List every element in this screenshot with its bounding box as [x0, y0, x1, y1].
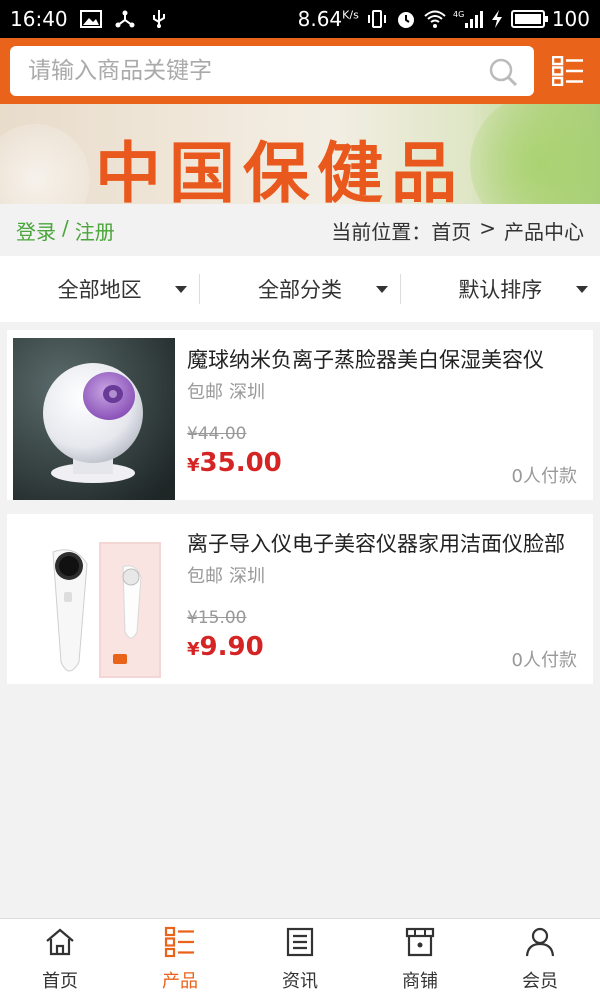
filter-region-label: 全部地区 — [57, 278, 142, 302]
product-shipping: 包邮 — [187, 566, 223, 587]
share-icon — [114, 9, 136, 29]
network-speed: 8.64K/s — [297, 7, 359, 31]
product-original-price: ¥44.00 — [187, 424, 247, 444]
bottom-nav: 首页 产品 资讯 商铺 会员 — [0, 918, 600, 1000]
filter-category[interactable]: 全部分类 — [199, 274, 399, 304]
nav-member[interactable]: 会员 — [480, 919, 600, 1000]
vibrate-icon — [366, 9, 388, 29]
filter-sort[interactable]: 默认排序 — [399, 274, 600, 304]
product-city: 深圳 — [229, 382, 265, 403]
filter-bar: 全部地区 全部分类 默认排序 — [0, 256, 600, 322]
breadcrumb-arrow: > — [479, 215, 496, 240]
login-link[interactable]: 登录 — [16, 216, 56, 245]
filter-category-label: 全部分类 — [257, 278, 342, 302]
auth-links: 登录 / 注册 — [16, 216, 115, 245]
member-icon — [524, 926, 556, 963]
category-menu-icon[interactable] — [551, 55, 584, 87]
search-icon[interactable] — [488, 57, 518, 87]
banner-decoration — [0, 124, 90, 204]
product-list-icon — [164, 926, 196, 963]
product-shipping: 包邮 — [187, 382, 223, 403]
product-price: ¥9.90 — [187, 632, 264, 662]
nav-news-label: 资讯 — [282, 971, 318, 992]
register-link[interactable]: 注册 — [75, 216, 115, 245]
battery-level: 100 — [551, 7, 590, 31]
banner: 中国保健品 — [0, 104, 600, 204]
auth-separator: / — [62, 215, 69, 240]
nav-shops[interactable]: 商铺 — [360, 919, 480, 1000]
product-image-facial-steamer[interactable] — [13, 338, 175, 500]
caret-down-icon — [375, 286, 388, 293]
shop-icon — [404, 926, 436, 963]
product-original-price: ¥15.00 — [187, 608, 247, 628]
status-bar: 16:40 8.64K/s 4G 100 — [0, 0, 600, 38]
usb-icon — [148, 9, 170, 29]
nav-products-label: 产品 — [162, 971, 198, 992]
breadcrumb-current: 产品中心 — [504, 219, 584, 244]
filter-region[interactable]: 全部地区 — [0, 274, 199, 304]
product-card[interactable]: 魔球纳米负离子蒸脸器美白保湿美容仪 包邮 深圳 ¥44.00 ¥35.00 0人… — [7, 330, 593, 500]
product-meta: 包邮 深圳 — [187, 378, 265, 404]
status-time: 16:40 — [10, 7, 68, 31]
product-price: ¥35.00 — [187, 448, 282, 478]
product-meta: 包邮 深圳 — [187, 562, 265, 588]
product-name[interactable]: 魔球纳米负离子蒸脸器美白保湿美容仪 — [187, 344, 577, 374]
nav-home[interactable]: 首页 — [0, 919, 120, 1000]
banner-title: 中国保健品 — [95, 135, 465, 204]
caret-down-icon — [575, 286, 588, 293]
nav-news[interactable]: 资讯 — [240, 919, 360, 1000]
signal-icon: 4G — [453, 9, 483, 29]
breadcrumb: 当前位置：首页 > 产品中心 — [331, 216, 584, 245]
nav-home-label: 首页 — [42, 971, 78, 992]
news-icon — [284, 926, 316, 963]
banner-leaf-decoration — [470, 104, 600, 204]
charging-icon — [490, 9, 504, 29]
search-box[interactable] — [10, 46, 534, 96]
svg-text:4G: 4G — [453, 10, 464, 19]
product-name[interactable]: 离子导入仪电子美容仪器家用洁面仪脸部 — [187, 528, 577, 558]
nav-products[interactable]: 产品 — [120, 919, 240, 1000]
breadcrumb-home[interactable]: 首页 — [431, 220, 471, 244]
product-image-ion-beauty-device[interactable] — [13, 522, 175, 684]
image-icon — [79, 9, 102, 29]
location-label: 当前位置：首页 — [331, 219, 472, 244]
product-paid-count: 0人付款 — [511, 466, 577, 487]
caret-down-icon — [175, 286, 188, 293]
top-header — [0, 38, 600, 104]
alarm-icon — [395, 9, 417, 29]
breadcrumb-bar: 登录 / 注册 当前位置：首页 > 产品中心 — [0, 204, 600, 256]
search-input[interactable] — [28, 58, 468, 84]
product-paid-count: 0人付款 — [511, 650, 577, 671]
filter-sort-label: 默认排序 — [458, 278, 543, 302]
home-icon — [44, 926, 76, 963]
nav-shops-label: 商铺 — [402, 971, 438, 992]
product-city: 深圳 — [229, 566, 265, 587]
wifi-icon — [424, 9, 446, 29]
product-card[interactable]: 离子导入仪电子美容仪器家用洁面仪脸部 包邮 深圳 ¥15.00 ¥9.90 0人… — [7, 514, 593, 684]
nav-member-label: 会员 — [522, 971, 558, 992]
battery-icon — [510, 10, 548, 28]
